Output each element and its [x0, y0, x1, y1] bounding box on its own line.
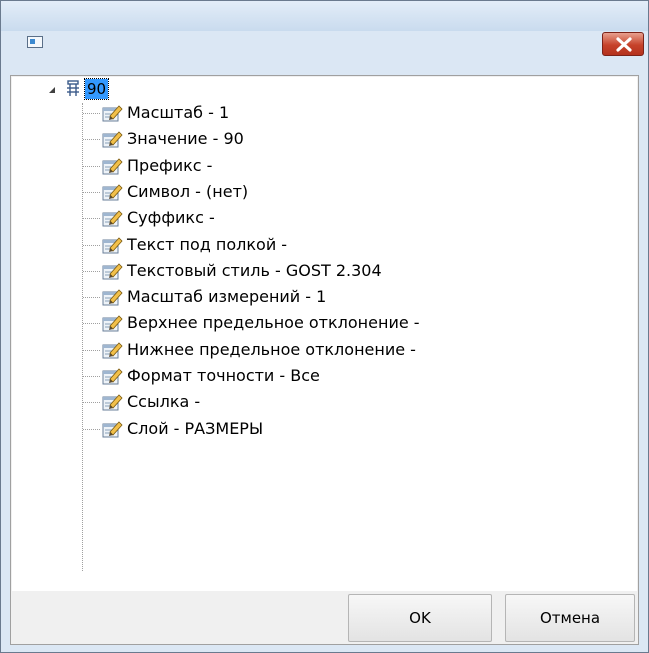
- property-edit-icon: [101, 129, 123, 153]
- close-button[interactable]: [602, 32, 644, 56]
- property-edit-icon: [101, 419, 123, 443]
- dialog-window: 90 Масштаб - 1 Значение - 90 Префикс - Симв…: [0, 0, 649, 653]
- tree-branch-line: [83, 428, 100, 430]
- dialog-client: 90 Масштаб - 1 Значение - 90 Префикс - Симв…: [10, 75, 639, 645]
- tree-branch-line: [83, 297, 100, 299]
- tree-branch-line: [83, 139, 100, 141]
- tree-branch-line: [83, 323, 100, 325]
- tree-branch-line: [83, 218, 100, 220]
- tree-item-label: Ссылка -: [127, 392, 201, 412]
- close-icon: [616, 37, 632, 52]
- tree-branch-line: [83, 402, 100, 404]
- property-tree[interactable]: 90 Масштаб - 1 Значение - 90 Префикс - Симв…: [12, 77, 637, 591]
- property-edit-icon: [101, 366, 123, 390]
- tree-item-label: Суффикс -: [127, 208, 215, 228]
- tree-branch-line: [83, 270, 100, 272]
- title-bar[interactable]: [1, 1, 648, 31]
- tree-item-label: Верхнее предельное отклонение -: [127, 313, 420, 333]
- tree-item-label: Нижнее предельное отклонение -: [127, 339, 416, 359]
- dimension-icon: [67, 80, 79, 96]
- property-edit-icon: [101, 156, 123, 180]
- property-edit-icon: [101, 103, 123, 127]
- tree-collapse-icon[interactable]: [49, 87, 55, 93]
- property-edit-icon: [101, 208, 123, 232]
- property-edit-icon: [101, 235, 123, 259]
- tree-item-label: Префикс -: [127, 155, 213, 175]
- property-edit-icon: [101, 392, 123, 416]
- tree-branch-line: [83, 376, 100, 377]
- property-edit-icon: [101, 340, 123, 364]
- tree-item-label: Масштаб - 1: [127, 103, 230, 122]
- tree-branch-line: [83, 349, 100, 351]
- tree-branch-line: [83, 191, 100, 193]
- tree-item-label: Значение - 90: [127, 129, 244, 149]
- tree-item-label: Символ - (нет): [127, 181, 249, 201]
- tree-item-label: Текст под полкой -: [127, 234, 288, 254]
- tree-branch-line: [83, 113, 100, 114]
- tree-root-label[interactable]: 90: [83, 78, 110, 100]
- window-app-icon[interactable]: [27, 36, 43, 48]
- ok-button[interactable]: OK: [348, 594, 492, 642]
- property-edit-icon: [101, 182, 123, 206]
- property-edit-icon: [101, 313, 123, 337]
- tree-item-label: Формат точности - Все: [127, 366, 320, 385]
- tree-branch-line: [83, 165, 100, 167]
- tree-item-label: Слой - РАЗМЕРЫ: [127, 418, 264, 438]
- tree-branch-line: [83, 244, 100, 246]
- tree-item-label: Масштаб измерений - 1: [127, 287, 327, 307]
- property-edit-icon: [101, 287, 123, 311]
- tree-item-label: Текстовый стиль - GOST 2.304: [127, 260, 382, 280]
- cancel-button[interactable]: Отмена: [505, 594, 635, 642]
- property-edit-icon: [101, 261, 123, 285]
- tree-guide-line: [82, 103, 83, 571]
